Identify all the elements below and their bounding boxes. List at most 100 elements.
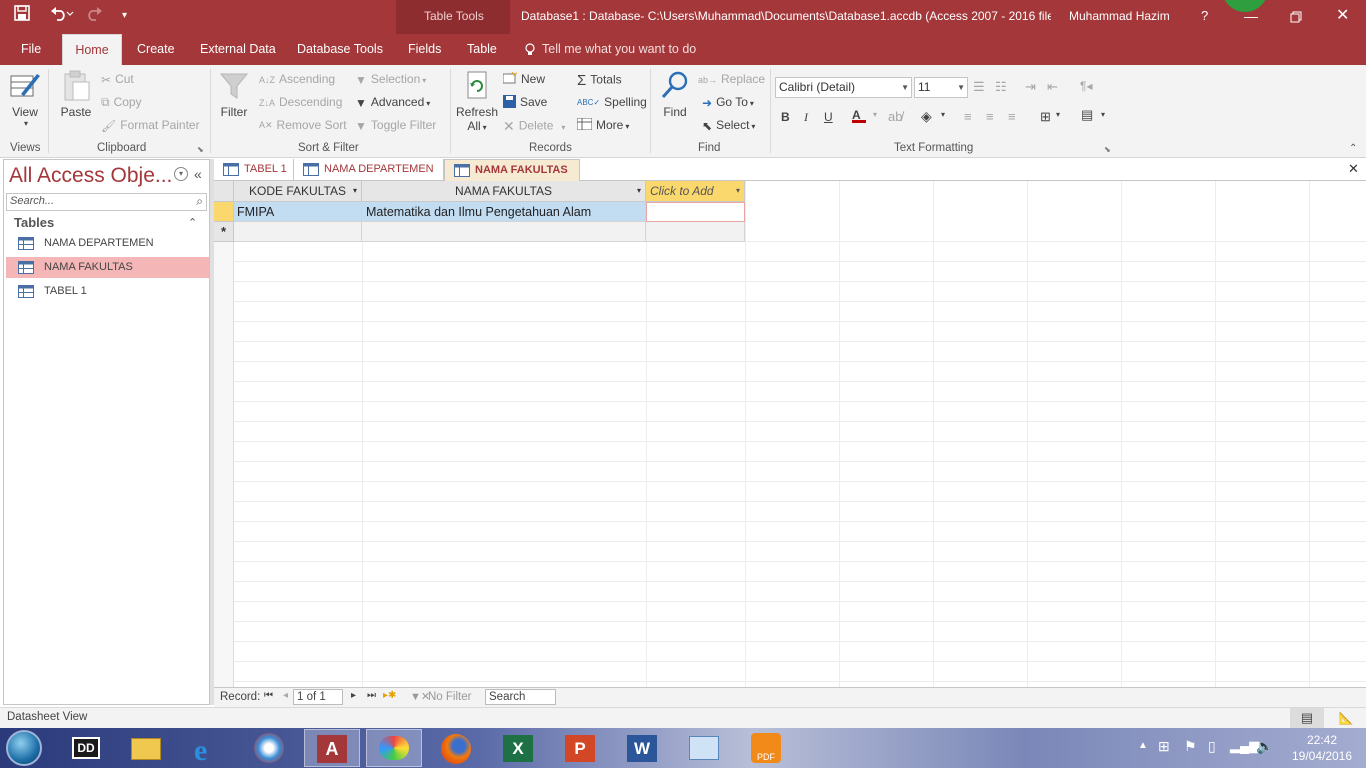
taskbar-pdf-icon[interactable]: PDF (738, 729, 794, 767)
spelling-button[interactable]: ABC✓ Spelling (577, 95, 647, 109)
collapse-section-icon[interactable]: ⌃ (188, 216, 197, 229)
alternate-row-color-icon[interactable]: ▤ (1081, 107, 1093, 123)
new-record-marker[interactable]: * (214, 222, 234, 242)
selection-button[interactable]: ▼ Selection ▾ (355, 72, 426, 87)
taskbar-firefox-icon[interactable] (428, 729, 484, 767)
tell-me-input[interactable]: Tell me what you want to do (542, 34, 696, 65)
cut-button[interactable]: ✂ Cut (101, 72, 134, 87)
column-header-kode-fakultas[interactable]: KODE FAKULTAS ▾ (234, 181, 362, 202)
search-icon[interactable]: ⌕ (196, 194, 203, 209)
design-view-icon[interactable]: 📐 (1334, 708, 1358, 728)
column-filter-dropdown-icon[interactable]: ▾ (353, 181, 357, 201)
font-name-select[interactable]: Calibri (Detail) ▼ (775, 77, 912, 98)
indent-icon[interactable]: ⇥ (1025, 79, 1036, 95)
paragraph-direction-icon[interactable]: ¶◂ (1080, 79, 1092, 93)
column-header-click-to-add[interactable]: Click to Add ▾ (646, 181, 745, 202)
font-color-icon[interactable]: A (852, 108, 866, 123)
close-icon[interactable]: ✕ (1336, 0, 1349, 34)
table-cell-active[interactable] (646, 202, 745, 222)
user-name[interactable]: Muhammad Hazim (1069, 0, 1170, 34)
close-document-icon[interactable]: ✕ (1348, 161, 1359, 177)
replace-button[interactable]: ab→ Replace (698, 72, 765, 86)
undo-icon[interactable] (50, 1, 74, 35)
bullets-icon[interactable]: ☰ (973, 79, 985, 95)
help-button[interactable]: ? (1201, 0, 1208, 34)
shutter-bar-icon[interactable]: « (194, 166, 202, 182)
align-left-icon[interactable]: ≡ (964, 109, 972, 124)
action-center-flag-icon[interactable]: ⚑ (1184, 738, 1197, 755)
align-right-icon[interactable]: ≡ (1008, 109, 1016, 124)
select-button[interactable]: ⬉ Select ▾ (702, 118, 755, 133)
chevron-down-icon[interactable]: ▾ (1101, 110, 1105, 119)
numbering-icon[interactable]: ☷ (995, 79, 1007, 95)
restore-icon[interactable] (1290, 0, 1302, 34)
nav-search-input[interactable]: Search... ⌕ (6, 193, 207, 211)
filter-status[interactable]: No Filter (428, 691, 471, 703)
network-signal-icon[interactable]: ▂▄▆ (1230, 738, 1259, 754)
next-record-icon[interactable]: ▸ (351, 690, 356, 701)
column-filter-dropdown-icon[interactable]: ▾ (637, 181, 641, 201)
last-record-icon[interactable]: ⏭ (367, 690, 376, 701)
new-record-cell[interactable] (646, 222, 745, 242)
fill-color-icon[interactable]: ◈ (921, 108, 932, 125)
customize-quick-access-icon[interactable]: ▾ (122, 0, 127, 34)
nav-pane-title[interactable]: All Access Obje... (9, 164, 172, 188)
tab-file[interactable]: File (21, 34, 41, 65)
tab-table[interactable]: Table (467, 34, 497, 65)
dialog-launcher-icon[interactable]: ⬊ (1104, 145, 1111, 154)
taskbar-excel-icon[interactable]: X (490, 729, 546, 767)
taskbar-access-icon[interactable]: A (304, 729, 360, 767)
format-painter-button[interactable]: 🖌 Format Painter (101, 118, 200, 133)
redo-icon[interactable] (86, 1, 110, 35)
remove-sort-button[interactable]: A✕ Remove Sort (259, 118, 347, 132)
tab-home[interactable]: Home (62, 34, 122, 65)
table-cell[interactable]: FMIPA (234, 202, 362, 222)
nav-item-nama-fakultas[interactable]: NAMA FAKULTAS (6, 257, 209, 278)
new-record-cell[interactable] (234, 222, 362, 242)
copy-button[interactable]: ⧉ Copy (101, 95, 142, 110)
tab-database-tools[interactable]: Database Tools (297, 34, 383, 65)
taskbar-control-panel-icon[interactable] (676, 729, 732, 767)
battery-icon[interactable]: ▯ (1208, 738, 1216, 755)
dialog-launcher-icon[interactable]: ⬊ (197, 145, 204, 154)
refresh-all-button[interactable]: Refresh All ▾ (456, 70, 498, 133)
select-all-corner[interactable] (214, 181, 234, 202)
save-record-button[interactable]: Save (503, 95, 547, 111)
first-record-icon[interactable]: ⏮ (264, 690, 273, 701)
chevron-down-icon[interactable]: ▾ (873, 110, 877, 119)
volume-icon[interactable]: 🔈 (1256, 738, 1273, 755)
totals-button[interactable]: Σ Totals (577, 72, 622, 89)
ascending-button[interactable]: A↓Z Ascending (259, 72, 335, 86)
taskbar-explorer-icon[interactable] (118, 729, 174, 767)
doc-tab-nama-departemen[interactable]: NAMA DEPARTEMEN (294, 159, 444, 181)
filter-button[interactable]: Filter (218, 70, 250, 119)
taskbar-powerpoint-icon[interactable]: P (552, 729, 608, 767)
view-button[interactable]: View ▾ (8, 70, 42, 128)
column-header-nama-fakultas[interactable]: NAMA FAKULTAS ▾ (362, 181, 646, 202)
taskbar-word-icon[interactable]: W (614, 729, 670, 767)
bold-button[interactable]: B (781, 110, 790, 124)
taskbar-dolby-icon[interactable]: DD (58, 729, 114, 767)
previous-record-icon[interactable]: ◂ (283, 690, 288, 701)
start-button-icon[interactable] (6, 730, 42, 766)
record-selector[interactable] (214, 202, 234, 222)
advanced-button[interactable]: ▼ Advanced ▾ (355, 95, 430, 110)
tab-fields[interactable]: Fields (408, 34, 441, 65)
taskbar-paint-icon[interactable] (366, 729, 422, 767)
tables-section-header[interactable]: Tables (14, 215, 54, 230)
underline-button[interactable]: U (824, 110, 833, 124)
record-search-input[interactable]: Search (485, 689, 556, 705)
taskbar-ie-icon[interactable]: e (180, 729, 236, 767)
descending-button[interactable]: Z↓A Descending (259, 95, 342, 109)
font-size-select[interactable]: 11 ▼ (914, 77, 968, 98)
chevron-down-icon[interactable]: ▾ (1056, 110, 1060, 119)
minimize-icon[interactable]: — (1244, 0, 1258, 34)
new-record-button[interactable]: New (502, 72, 545, 87)
doc-tab-tabel-1[interactable]: TABEL 1 (214, 159, 294, 181)
tab-create[interactable]: Create (137, 34, 175, 65)
new-blank-record-icon[interactable]: ▸✱ (383, 690, 396, 701)
new-record-cell[interactable] (362, 222, 646, 242)
gridlines-icon[interactable]: ⊞ (1040, 109, 1051, 125)
clock[interactable]: 22:42 19/04/2016 (1286, 732, 1358, 764)
find-button[interactable]: Find (658, 70, 692, 119)
